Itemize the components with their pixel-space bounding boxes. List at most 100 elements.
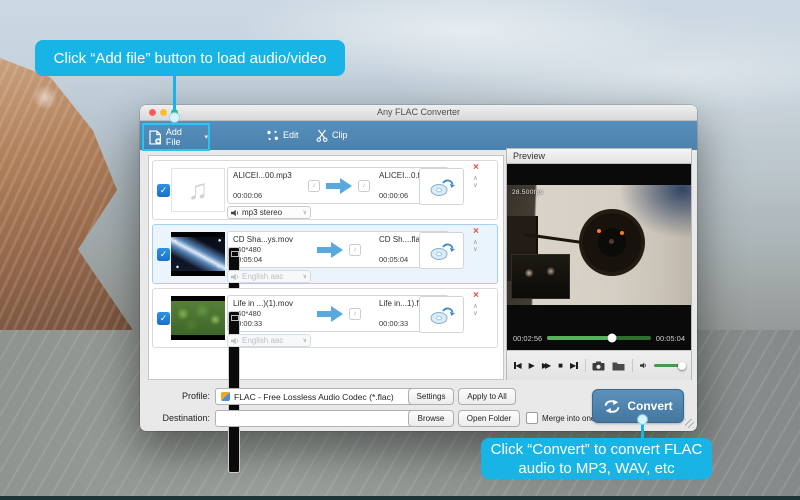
edit-sparkle-icon (267, 130, 278, 140)
fast-forward-button[interactable]: ▶▶ (542, 361, 551, 371)
file-row-1[interactable]: ✓ ♫ ALICEI...00.mp3 00:00:06 ♪ ♪ ALICEI.… (152, 160, 498, 220)
source-filename: CD Sha...ys.mov (233, 235, 294, 244)
add-file-icon (149, 129, 162, 145)
clip-button[interactable]: Clip (316, 123, 348, 147)
row2-audio-stream-select[interactable]: English aac ∨ (227, 270, 311, 283)
tooltip-convert-line2: audio to MP3, WAV, etc (518, 459, 675, 477)
row1-audio-stream-select[interactable]: mp3 stereo ∨ (227, 206, 311, 219)
resize-grip[interactable] (685, 419, 694, 428)
video-turntable-disc (578, 209, 645, 277)
row2-checkbox[interactable]: ✓ (157, 248, 170, 261)
volume-icon[interactable] (640, 361, 647, 370)
edit-button[interactable]: Edit (266, 123, 299, 147)
profile-value: FLAC - Free Lossless Audio Codec (*.flac… (234, 391, 394, 402)
duration-time: 00:05:04 (655, 333, 685, 343)
row3-source-info: Life in ...)(1).mov 640*480 00:00:33 (233, 299, 299, 328)
row3-move-down-button[interactable]: ∨ (473, 310, 478, 317)
divider (584, 359, 586, 372)
settings-button[interactable]: Settings (408, 388, 454, 405)
callout-line-top (173, 76, 176, 116)
stop-icon: ■ (558, 360, 563, 370)
toolbar: Add File ▾ Edit Clip (140, 121, 697, 151)
stream-label: mp3 stereo (242, 208, 283, 217)
row1-format-button[interactable] (419, 168, 464, 205)
play-button[interactable]: ▶ (529, 361, 535, 371)
open-folder-button[interactable]: Open Folder (458, 410, 520, 427)
add-file-button[interactable]: Add File ▾ (144, 125, 208, 149)
merge-checkbox[interactable] (526, 412, 538, 424)
row2-thumbnail[interactable] (171, 232, 225, 276)
titlebar[interactable]: Any FLAC Converter (140, 105, 697, 121)
apply-to-all-button[interactable]: Apply to All (458, 388, 516, 405)
browse-button[interactable]: Browse (408, 410, 454, 427)
window-title: Any FLAC Converter (376, 107, 461, 117)
video-preview[interactable]: 28.500fps (507, 164, 691, 326)
play-icon: ▶ (528, 360, 535, 370)
row1-remove-button[interactable]: × (473, 163, 479, 173)
camera-icon (592, 361, 605, 370)
row2-format-button[interactable] (419, 232, 464, 269)
clip-label: Clip (332, 130, 348, 140)
convert-arrow-icon (317, 305, 343, 322)
callout-dot-top (170, 113, 179, 122)
note-icon: ♪ (353, 245, 357, 253)
profile-format-icon (221, 392, 230, 401)
check-icon: ✓ (159, 249, 168, 259)
open-output-folder-button[interactable] (612, 361, 625, 371)
file-row-3[interactable]: ✓ Life in ...)(1).mov 640*480 00:00:33 ♪… (152, 288, 498, 473)
row3-audio-stream-select[interactable]: English aac ∨ (227, 334, 311, 347)
file-row-2[interactable]: ✓ CD Sha...ys.mov 640*480 00:05:04 ♪ CD … (152, 224, 498, 409)
row3-conversion: ♪ (228, 299, 379, 473)
row1-info-card: ALICEI...00.mp3 00:00:06 ♪ ♪ ALICEI...0.… (227, 167, 449, 204)
row1-thumbnail[interactable]: ♫ (171, 168, 225, 212)
scissors-icon (316, 129, 328, 142)
video-frame-art (171, 301, 225, 335)
speaker-icon (231, 273, 239, 280)
video-frame-art (171, 237, 225, 271)
divider (632, 359, 634, 372)
source-duration: 00:05:04 (233, 255, 263, 264)
volume-slider[interactable] (654, 361, 686, 370)
snapshot-button[interactable] (592, 361, 605, 371)
source-filename: ALICEI...00.mp3 (233, 171, 292, 180)
row3-format-button[interactable] (419, 296, 464, 333)
seek-fill (547, 336, 613, 340)
row3-thumbnail[interactable] (171, 296, 225, 340)
stop-button[interactable]: ■ (558, 361, 563, 371)
add-file-highlight-box: Add File ▾ (142, 123, 210, 151)
skip-back-button[interactable]: ◀ (514, 361, 522, 371)
row2-move-down-button[interactable]: ∨ (473, 246, 478, 253)
edit-label: Edit (283, 130, 299, 140)
volume-thumb[interactable] (677, 361, 686, 370)
seek-thumb[interactable] (607, 333, 617, 343)
folder-icon (612, 362, 625, 370)
target-audio-chip-icon: ♪ (349, 243, 361, 256)
source-resolution: 640*480 (233, 245, 261, 254)
video-fps-overlay: 28.500fps (512, 189, 544, 196)
convert-arrow-icon (326, 177, 352, 194)
target-audio-chip-icon: ♪ (349, 307, 361, 320)
source-audio-chip-icon: ♪ (308, 179, 320, 192)
row3-checkbox[interactable]: ✓ (157, 312, 170, 325)
stream-label: English aac (242, 336, 284, 345)
convert-arrow-icon (317, 241, 343, 258)
row2-source-info: CD Sha...ys.mov 640*480 00:05:04 (233, 235, 299, 264)
note-icon: ♪ (312, 181, 316, 189)
speaker-icon (231, 209, 239, 216)
stream-caret-icon: ∨ (302, 210, 307, 216)
row2-conversion: ♪ (228, 235, 379, 409)
check-icon: ✓ (159, 313, 168, 323)
convert-label: Convert (627, 399, 673, 413)
row2-info-card: CD Sha...ys.mov 640*480 00:05:04 ♪ CD Sh… (227, 231, 449, 409)
row1-move-down-button[interactable]: ∨ (473, 182, 478, 189)
note-icon: ♪ (362, 181, 366, 189)
add-file-caret-icon[interactable]: ▾ (204, 133, 208, 141)
row1-checkbox[interactable]: ✓ (157, 184, 170, 197)
row1-conversion: ♪ ♪ (299, 171, 379, 200)
skip-forward-button[interactable]: ▶ (570, 361, 578, 371)
preview-header: Preview (507, 149, 691, 164)
row2-remove-button[interactable]: × (473, 227, 479, 237)
seek-bar[interactable] (547, 333, 651, 343)
row3-remove-button[interactable]: × (473, 291, 479, 301)
tooltip-convert: Click “Convert” to convert FLAC audio to… (481, 438, 712, 479)
